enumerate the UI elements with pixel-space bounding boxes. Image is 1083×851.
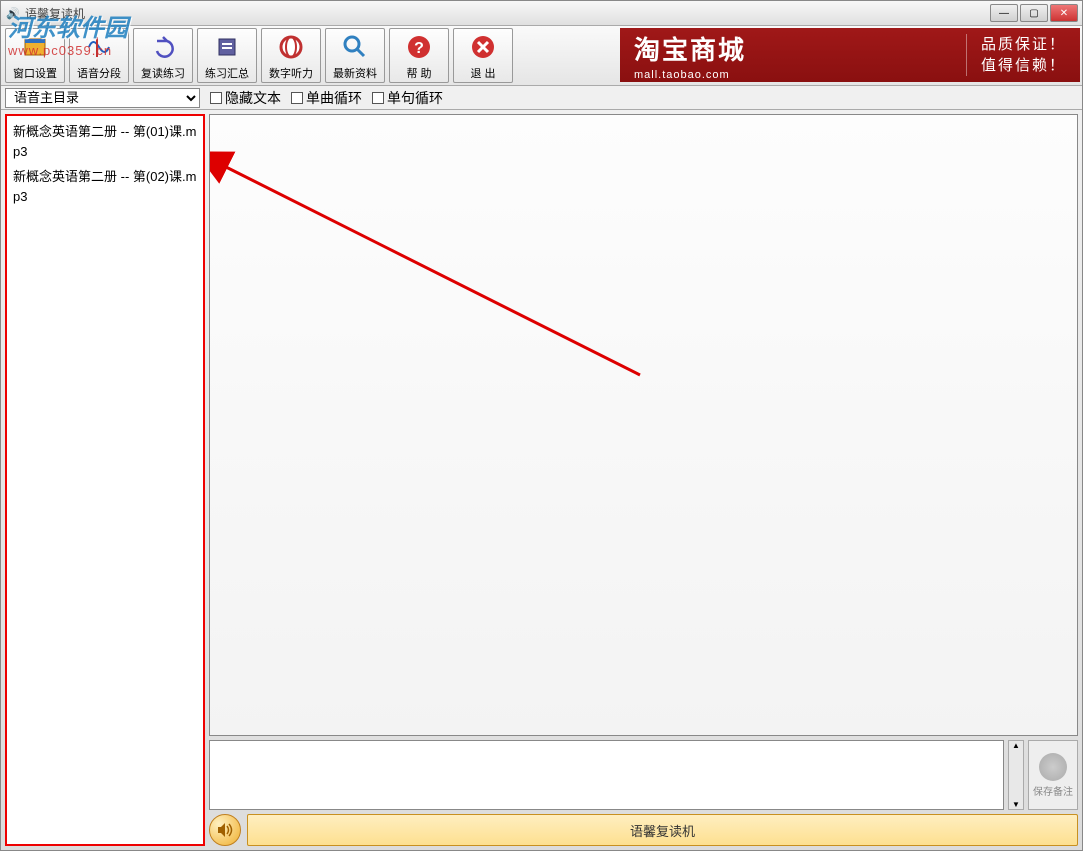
window-settings-label: 窗口设置 xyxy=(13,65,57,81)
banner-slogan-1: 品质保证！ xyxy=(981,34,1066,55)
save-note-button[interactable]: 保存备注 xyxy=(1028,740,1078,810)
checkbox-icon xyxy=(372,92,384,104)
speaker-button[interactable] xyxy=(209,814,241,846)
practice-summary-label: 练习汇总 xyxy=(205,65,249,81)
audio-segment-label: 语音分段 xyxy=(77,65,121,81)
repeat-practice-icon xyxy=(147,31,179,63)
window-controls: — ▢ ✕ xyxy=(990,4,1078,22)
ad-banner[interactable]: 淘宝商城 mall.taobao.com 品质保证！ 值得信赖！ xyxy=(620,28,1080,82)
latest-material-button[interactable]: 最新资料 xyxy=(325,28,385,83)
save-note-icon xyxy=(1039,753,1067,781)
maximize-button[interactable]: ▢ xyxy=(1020,4,1048,22)
window-settings-icon xyxy=(19,31,51,63)
banner-logo: 淘宝商城 xyxy=(634,30,746,67)
status-bar: 语馨复读机 xyxy=(247,814,1078,846)
latest-material-label: 最新资料 xyxy=(333,65,377,81)
close-button[interactable]: ✕ xyxy=(1050,4,1078,22)
checkbox-icon xyxy=(210,92,222,104)
save-note-label: 保存备注 xyxy=(1033,783,1073,798)
single-loop-checkbox[interactable]: 单曲循环 xyxy=(291,88,362,108)
audio-segment-icon xyxy=(83,31,115,63)
hide-text-checkbox[interactable]: 隐藏文本 xyxy=(210,88,281,108)
hide-text-label: 隐藏文本 xyxy=(225,88,281,108)
directory-select[interactable]: 语音主目录 xyxy=(5,88,200,108)
practice-summary-button[interactable]: 练习汇总 xyxy=(197,28,257,83)
speaker-icon xyxy=(216,821,234,839)
main-area: ▲▼ 保存备注 语馨复读机 xyxy=(209,114,1078,846)
checkbox-icon xyxy=(291,92,303,104)
audio-segment-button[interactable]: 语音分段 xyxy=(69,28,129,83)
toolbar: 窗口设置 语音分段 复读练习 练习汇总 数字听力 最新资料 ? 帮 助 退 出 xyxy=(1,26,1082,86)
annotation-arrow xyxy=(210,115,1060,735)
banner-slogan: 品质保证！ 值得信赖！ xyxy=(966,34,1066,76)
svg-text:?: ? xyxy=(414,40,424,57)
window-title: 语馨复读机 xyxy=(25,5,990,22)
app-icon: 🔊 xyxy=(5,5,21,21)
sidebar: 新概念英语第二册 -- 第(01)课.mp3 新概念英语第二册 -- 第(02)… xyxy=(5,114,205,846)
bottom-row: 语馨复读机 xyxy=(209,814,1078,846)
text-display-pane xyxy=(209,114,1078,736)
sentence-loop-checkbox[interactable]: 单句循环 xyxy=(372,88,443,108)
file-list[interactable]: 新概念英语第二册 -- 第(01)课.mp3 新概念英语第二册 -- 第(02)… xyxy=(5,114,205,846)
option-row: 语音主目录 隐藏文本 单曲循环 单句循环 xyxy=(1,86,1082,110)
titlebar: 🔊 语馨复读机 — ▢ ✕ xyxy=(1,1,1082,26)
note-scrollbar[interactable]: ▲▼ xyxy=(1008,740,1024,810)
number-listen-button[interactable]: 数字听力 xyxy=(261,28,321,83)
app-window: 河东软件园 www.pc0359.cn 🔊 语馨复读机 — ▢ ✕ 窗口设置 语… xyxy=(0,0,1083,851)
help-label: 帮 助 xyxy=(406,65,431,81)
file-item[interactable]: 新概念英语第二册 -- 第(02)课.mp3 xyxy=(13,167,197,206)
note-row: ▲▼ 保存备注 xyxy=(209,740,1078,810)
latest-material-icon xyxy=(339,31,371,63)
single-loop-label: 单曲循环 xyxy=(306,88,362,108)
repeat-practice-label: 复读练习 xyxy=(141,65,185,81)
help-icon: ? xyxy=(403,31,435,63)
exit-label: 退 出 xyxy=(470,65,495,81)
window-settings-button[interactable]: 窗口设置 xyxy=(5,28,65,83)
body-area: 新概念英语第二册 -- 第(01)课.mp3 新概念英语第二册 -- 第(02)… xyxy=(1,110,1082,850)
minimize-button[interactable]: — xyxy=(990,4,1018,22)
file-item[interactable]: 新概念英语第二册 -- 第(01)课.mp3 xyxy=(13,122,197,161)
number-listen-label: 数字听力 xyxy=(269,65,313,81)
banner-slogan-2: 值得信赖！ xyxy=(981,55,1066,76)
banner-left: 淘宝商城 mall.taobao.com xyxy=(634,30,746,81)
help-button[interactable]: ? 帮 助 xyxy=(389,28,449,83)
number-listen-icon xyxy=(275,31,307,63)
practice-summary-icon xyxy=(211,31,243,63)
exit-icon xyxy=(467,31,499,63)
scroll-up-icon[interactable]: ▲ xyxy=(1012,741,1020,750)
sentence-loop-label: 单句循环 xyxy=(387,88,443,108)
banner-url: mall.taobao.com xyxy=(634,69,746,81)
repeat-practice-button[interactable]: 复读练习 xyxy=(133,28,193,83)
exit-button[interactable]: 退 出 xyxy=(453,28,513,83)
scroll-down-icon[interactable]: ▼ xyxy=(1012,800,1020,809)
note-input[interactable] xyxy=(209,740,1004,810)
